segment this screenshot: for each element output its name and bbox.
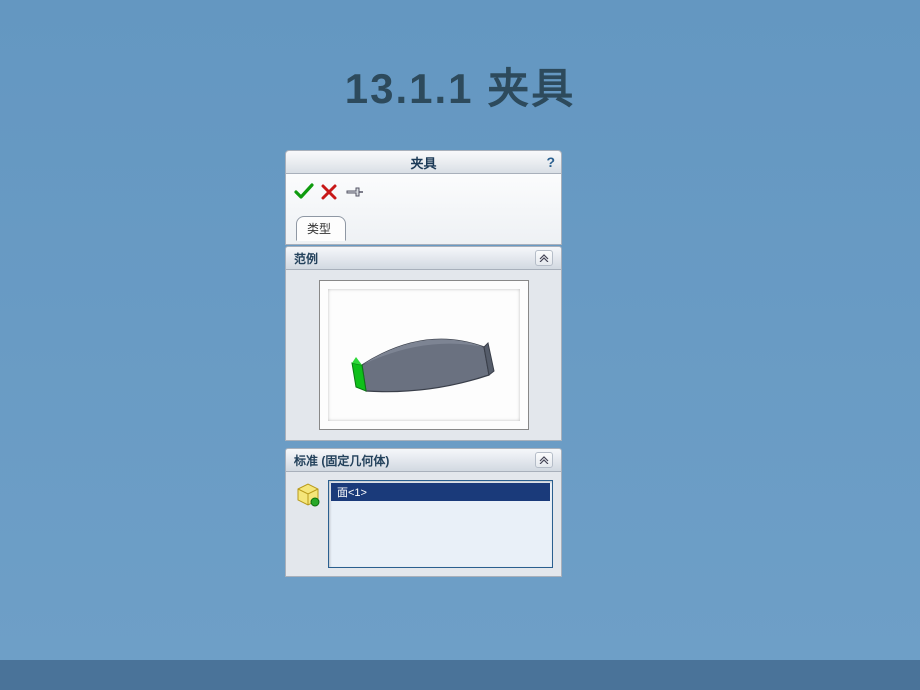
panel-body: 类型 [285,174,562,245]
panel-title-text: 夹具 [410,153,436,172]
tab-type[interactable]: 类型 [296,216,346,241]
example-section-header[interactable]: 范例 [285,246,562,270]
example-section-title: 范例 [294,250,318,267]
tab-row: 类型 [290,214,557,240]
chevron-up-icon[interactable] [535,250,553,266]
standard-section-title: 标准 (固定几何体) [294,452,389,469]
selection-list[interactable]: 面<1> [328,480,553,568]
standard-section-body: 面<1> [285,472,562,577]
slide-bottom-bar [0,660,920,690]
cancel-x-icon[interactable] [320,183,338,201]
ok-check-icon[interactable] [294,182,314,202]
standard-section-header[interactable]: 标准 (固定几何体) [285,448,562,472]
page-title: 13.1.1 夹具 [0,0,920,116]
action-row [290,180,557,210]
fixture-panel: 夹具 ? 类型 范例 [285,150,562,577]
chevron-up-icon[interactable] [535,452,553,468]
face-select-icon[interactable] [294,480,322,508]
panel-titlebar: 夹具 ? [285,150,562,174]
selection-item[interactable]: 面<1> [331,483,550,501]
help-icon[interactable]: ? [546,154,555,170]
example-section-body [285,270,562,441]
example-thumbnail[interactable] [319,280,529,430]
pin-icon[interactable] [344,183,364,201]
